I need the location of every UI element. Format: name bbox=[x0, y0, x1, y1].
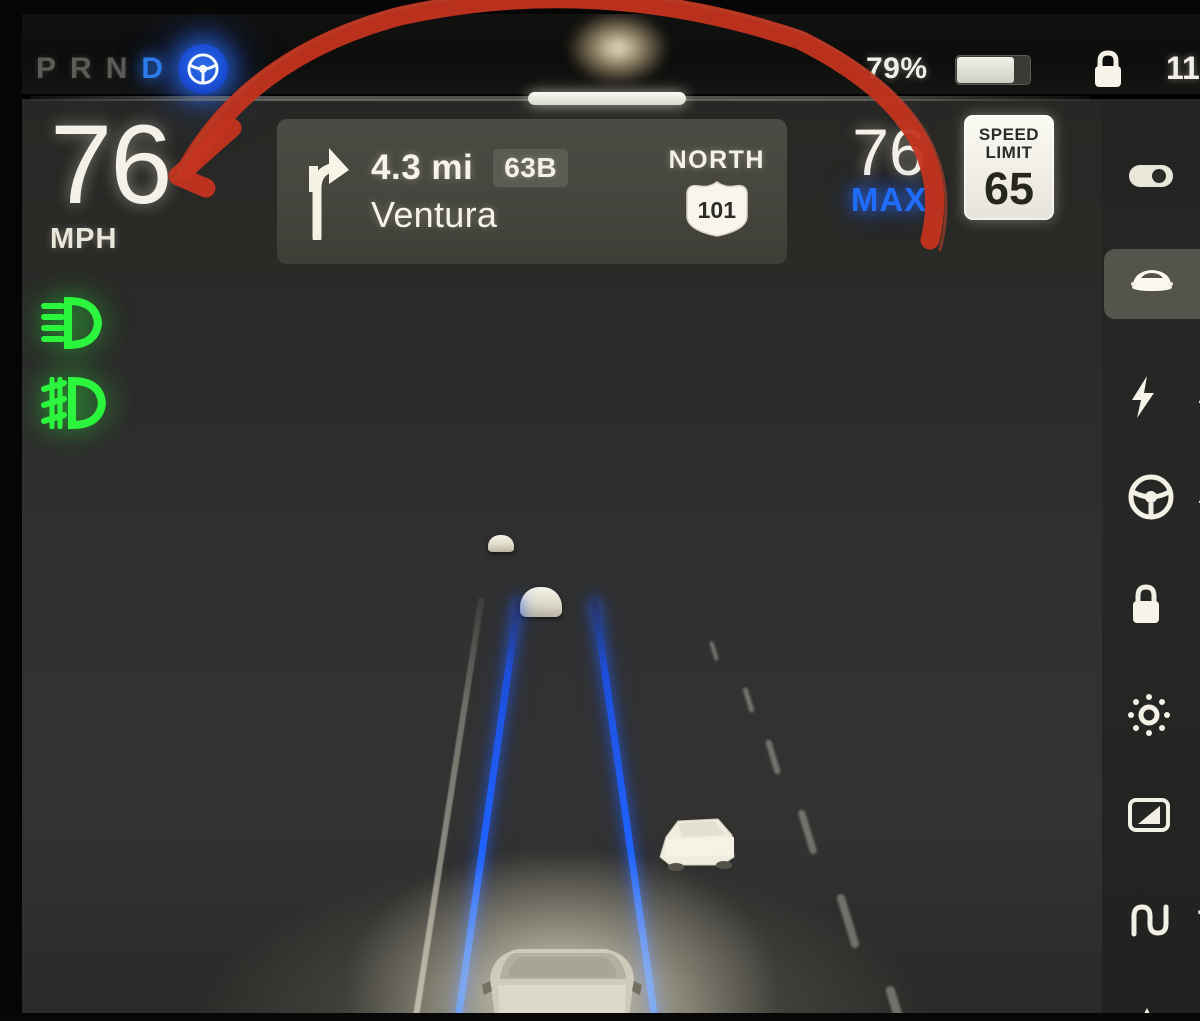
winding-road-icon bbox=[1128, 902, 1174, 942]
speed-limit-caption-1: SPEED bbox=[978, 125, 1040, 144]
speed-limit-value: 65 bbox=[983, 162, 1035, 214]
right-sidebar-menu: A A D bbox=[1102, 99, 1200, 1021]
gear-r: R bbox=[70, 52, 93, 85]
display-screen-icon bbox=[1128, 798, 1174, 838]
sidebar-item-charging[interactable]: A bbox=[1102, 357, 1200, 431]
driving-visualization bbox=[22, 269, 1102, 1013]
exit-right-arrow-icon bbox=[299, 144, 357, 242]
bezel-left bbox=[0, 0, 22, 1021]
us-highway-shield-icon: 101 bbox=[679, 178, 755, 238]
cluster-main-area: 76 MPH 4.3 mi 63B Ventura NORTH 101 76 M… bbox=[22, 99, 1102, 1013]
lock-icon bbox=[1090, 50, 1126, 90]
gear-n: N bbox=[105, 52, 129, 85]
navigation-card[interactable]: 4.3 mi 63B Ventura NORTH 101 bbox=[277, 119, 787, 264]
speed-readout: 76 MPH bbox=[50, 102, 173, 256]
toggle-switch-icon bbox=[1128, 162, 1174, 202]
tesla-instrument-cluster: 76 MPH 4.3 mi 63B Ventura NORTH 101 76 M… bbox=[0, 0, 1200, 1021]
gear-p: P bbox=[36, 52, 58, 85]
cruise-set-speed[interactable]: 76 MAX bbox=[834, 119, 944, 219]
sidebar-item-trips[interactable]: T bbox=[1102, 885, 1200, 959]
steering-wheel-icon bbox=[1128, 474, 1174, 520]
battery-fill bbox=[957, 57, 1014, 83]
nav-direction-label: NORTH bbox=[668, 145, 765, 174]
indicator-lamps bbox=[40, 297, 116, 457]
set-speed-value: 76 bbox=[852, 115, 926, 189]
lock-icon bbox=[1128, 584, 1174, 624]
nav-street-name: Ventura bbox=[371, 193, 498, 235]
nav-exit-badge: 63B bbox=[493, 148, 569, 187]
gear-d: D bbox=[141, 52, 165, 85]
low-beam-headlight-icon bbox=[40, 297, 116, 349]
ego-vehicle bbox=[474, 929, 650, 1013]
gear-selector-indicator: P R N D bbox=[36, 52, 164, 86]
current-speed-value: 76 bbox=[50, 102, 173, 227]
sidebar-item-lights[interactable]: L bbox=[1102, 677, 1200, 751]
clock-time: 11 bbox=[1166, 50, 1200, 86]
brightness-sun-icon bbox=[1128, 694, 1174, 736]
lightning-bolt-icon bbox=[1128, 374, 1174, 418]
sidebar-item-autopilot[interactable]: A bbox=[1102, 457, 1200, 531]
sidebar-item-display[interactable]: D bbox=[1102, 781, 1200, 855]
sidebar-item-toggle[interactable] bbox=[1102, 145, 1200, 219]
navigation-text: 4.3 mi 63B Ventura bbox=[371, 148, 659, 236]
detected-vehicle-far bbox=[488, 535, 514, 552]
divider-highlight bbox=[528, 92, 686, 105]
speed-limit-sign: SPEED LIMIT 65 bbox=[964, 115, 1054, 220]
bezel-top bbox=[0, 0, 1200, 14]
battery-percentage: 79% bbox=[866, 52, 928, 85]
speed-unit-label: MPH bbox=[50, 222, 118, 255]
speed-limit-caption-2: LIMIT bbox=[985, 143, 1033, 163]
route-shield-group: NORTH 101 bbox=[669, 146, 765, 238]
route-shield-number: 101 bbox=[697, 197, 736, 223]
sidebar-item-locks[interactable]: D bbox=[1102, 567, 1200, 641]
cruise-mode-label: MAX bbox=[850, 181, 928, 218]
nav-distance: 4.3 mi bbox=[371, 147, 474, 187]
bezel-bottom bbox=[0, 1013, 1200, 1021]
front-fog-light-icon bbox=[40, 377, 116, 429]
battery-icon bbox=[955, 55, 1031, 85]
detected-vehicle-mid bbox=[520, 587, 562, 617]
car-rear-icon bbox=[1128, 264, 1174, 304]
autosteer-active-icon bbox=[178, 44, 228, 94]
status-bar: P R N D 79% 11 bbox=[0, 14, 1200, 94]
sidebar-item-car[interactable] bbox=[1102, 247, 1200, 321]
